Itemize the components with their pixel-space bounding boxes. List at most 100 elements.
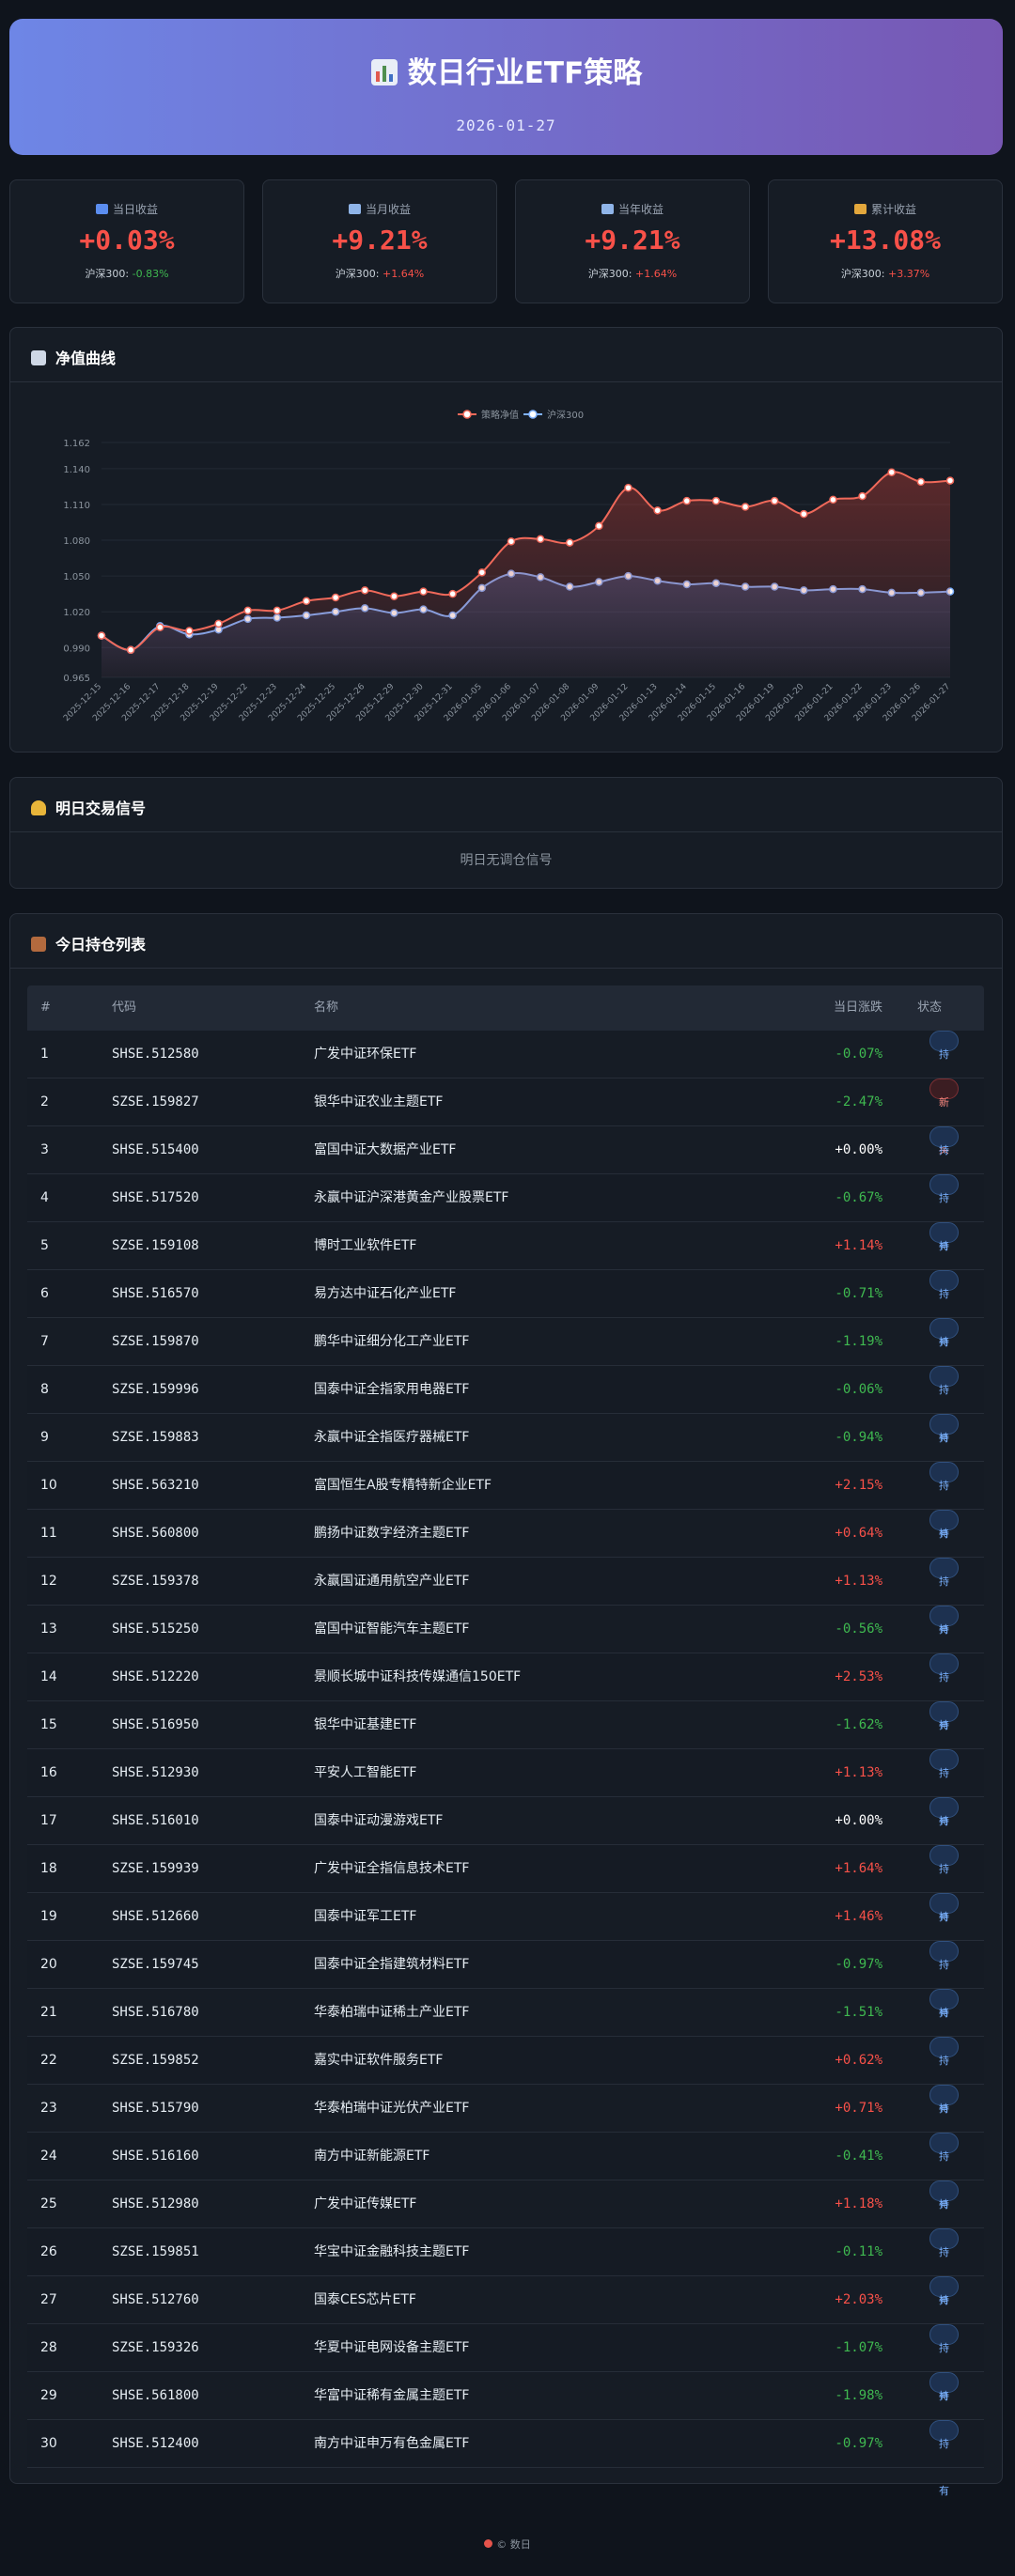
row-index: 20 [40,1957,57,1972]
chart-icon [31,350,46,365]
row-index: 17 [40,1813,57,1828]
strategy-point [448,589,457,598]
status-badge: 持有 [929,1222,959,1299]
y-tick-label: 1.050 [63,572,90,582]
row-change: +1.46% [835,1909,882,1924]
benchmark-label: 沪深300: [335,268,380,280]
table-row[interactable]: 24 SHSE.516160 南方中证新能源ETF -0.41% 持有 [27,2133,984,2210]
nav-chart: 1.162 1.140 1.110 1.080 1.050 1.020 0.990 0.965… [62,409,955,723]
row-index: 11 [40,1526,57,1541]
row-name: 易方达中证石化产业ETF [314,1286,457,1301]
table-row[interactable]: 28 SZSE.159326 华夏中证电网设备主题ETF -1.07% 持有 [27,2324,984,2401]
status-badge: 持有 [929,2420,959,2497]
strategy-point [945,476,955,485]
strategy-area [102,472,950,677]
row-index: 24 [40,2149,57,2164]
row-name: 国泰中证动漫游戏ETF [314,1813,444,1828]
strategy-point [887,468,896,476]
strategy-point [770,496,779,505]
table-row[interactable]: 26 SZSE.159851 华宝中证金融科技主题ETF -0.11% 持有 [27,2228,984,2305]
table-row[interactable]: 3 SHSE.515400 富国中证大数据产业ETF +0.00% 持有 [27,1126,984,1203]
table-row[interactable]: 13 SHSE.515250 富国中证智能汽车主题ETF -0.56% 持有 [27,1606,984,1683]
row-change: -1.62% [835,1717,882,1732]
row-name: 嘉实中证软件服务ETF [314,2053,444,2068]
status-badge: 持有 [929,2180,959,2258]
table-row[interactable]: 25 SHSE.512980 广发中证传媒ETF +1.18% 持有 [27,2180,984,2258]
table-row[interactable]: 23 SHSE.515790 华泰柏瑞中证光伏产业ETF +0.71% 持有 [27,2085,984,2162]
row-index: 9 [40,1430,49,1445]
table-row[interactable]: 22 SZSE.159852 嘉实中证软件服务ETF +0.62% 持有 [27,2037,984,2114]
table-row[interactable]: 7 SZSE.159870 鹏华中证细分化工产业ETF -1.19% 持有 [27,1318,984,1395]
status-badge: 持有 [929,1174,959,1251]
table-row[interactable]: 12 SZSE.159378 永赢国证通用航空产业ETF +1.13% 持有 [27,1558,984,1635]
status-badge: 持有 [929,1031,959,1108]
row-code: SHSE.515790 [112,2101,199,2116]
footer-text: © 数日 [496,2538,531,2551]
strategy-point [916,477,926,487]
row-change: +0.62% [835,2053,882,2068]
table-row[interactable]: 11 SHSE.560800 鹏扬中证数字经济主题ETF +0.64% 持有 [27,1510,984,1587]
row-code: SZSE.159745 [112,1957,199,1972]
table-row[interactable]: 1 SHSE.512580 广发中证环保ETF -0.07% 持有 [27,1031,984,1108]
strategy-point [565,538,574,547]
signal-message: 明日无调仓信号 [460,853,553,868]
table-row[interactable]: 15 SHSE.516950 银华中证基建ETF -1.62% 持有 [27,1701,984,1778]
strategy-point [185,627,194,635]
table-row[interactable]: 21 SHSE.516780 华泰柏瑞中证稀土产业ETF -1.51% 持有 [27,1989,984,2066]
nav-chart-card: 净值曲线 1.162 1.140 1.110 1.080 1.050 1.020 0.990… [9,327,1003,753]
row-code: SHSE.515400 [112,1142,199,1157]
table-row[interactable]: 8 SZSE.159996 国泰中证全指家用电器ETF -0.06% 持有 [27,1366,984,1443]
table-row[interactable]: 10 SHSE.563210 富国恒生A股专精特新企业ETF +2.15% 持有 [27,1462,984,1539]
row-name: 广发中证环保ETF [314,1047,417,1062]
table-row[interactable]: 2 SZSE.159827 银华中证农业主题ETF -2.47% 新买入 [27,1079,984,1203]
row-change: +0.71% [835,2101,882,2116]
table-row[interactable]: 27 SHSE.512760 国泰CES芯片ETF +2.03% 持有 [27,2276,984,2353]
table-row[interactable]: 9 SZSE.159883 永赢中证全指医疗器械ETF -0.94% 持有 [27,1414,984,1491]
legend-label: 策略净值 [481,409,519,421]
strategy-point [477,568,487,577]
table-row[interactable]: 14 SHSE.512220 景顺长城中证科技传媒通信150ETF +2.53% 持有 [27,1653,984,1730]
row-change: -0.71% [835,1286,882,1301]
row-change: +2.15% [835,1478,882,1493]
row-change: +2.03% [835,2292,882,2307]
page-title-text: 数日行业ETF策略 [407,56,643,90]
col-index: # [40,1001,51,1015]
table-row[interactable]: 4 SHSE.517520 永赢中证沪深港黄金产业股票ETF -0.67% 持有 [27,1174,984,1251]
table-row[interactable]: 20 SZSE.159745 国泰中证全指建筑材料ETF -0.97% 持有 [27,1941,984,2018]
row-index: 2 [40,1094,49,1110]
row-index: 29 [40,2388,57,2403]
row-name: 银华中证农业主题ETF [314,1094,444,1110]
bell-icon [31,800,46,815]
stat-label: 当年收益 [516,201,749,216]
row-index: 26 [40,2244,57,2259]
table-row[interactable]: 18 SZSE.159939 广发中证全指信息技术ETF +1.64% 持有 [27,1845,984,1922]
table-row[interactable]: 29 SHSE.561800 华富中证稀有金属主题ETF -1.98% 持有 [27,2372,984,2449]
strategy-point [390,592,398,600]
row-index: 3 [40,1142,49,1157]
table-row[interactable]: 30 SHSE.512400 南方中证申万有色金属ETF -0.97% 持有 [27,2420,984,2497]
status-badge: 持有 [929,2037,959,2114]
y-tick-label: 1.140 [63,465,90,475]
row-index: 14 [40,1669,57,1684]
row-change: -0.56% [835,1622,882,1637]
row-code: SHSE.516780 [112,2005,199,2020]
strategy-point [302,597,311,606]
row-code: SZSE.159939 [112,1861,199,1876]
table-row[interactable]: 17 SHSE.516010 国泰中证动漫游戏ETF +0.00% 持有 [27,1797,984,1874]
strategy-point [800,509,808,519]
row-index: 13 [40,1622,57,1637]
strategy-point [507,537,516,546]
table-row[interactable]: 6 SHSE.516570 易方达中证石化产业ETF -0.71% 持有 [27,1270,984,1347]
status-badge: 持有 [929,1893,959,1970]
row-name: 华富中证稀有金属主题ETF [314,2388,470,2403]
row-name: 国泰中证全指家用电器ETF [314,1382,470,1397]
holdings-card: 今日持仓列表 # 代码 名称 当日涨跌 状态 1 SHSE.512580 广发中证环… [9,913,1003,2497]
row-change: +1.13% [835,1765,882,1780]
table-row[interactable]: 16 SHSE.512930 平安人工智能ETF +1.13% 持有 [27,1749,984,1826]
row-name: 华夏中证电网设备主题ETF [314,2340,470,2355]
table-row[interactable]: 19 SHSE.512660 国泰中证军工ETF +1.46% 持有 [27,1893,984,1970]
row-name: 永赢中证沪深港黄金产业股票ETF [314,1190,509,1205]
row-change: +2.53% [835,1669,882,1684]
table-row[interactable]: 5 SZSE.159108 博时工业软件ETF +1.14% 持有 [27,1222,984,1299]
status-badge: 持有 [929,2133,959,2210]
